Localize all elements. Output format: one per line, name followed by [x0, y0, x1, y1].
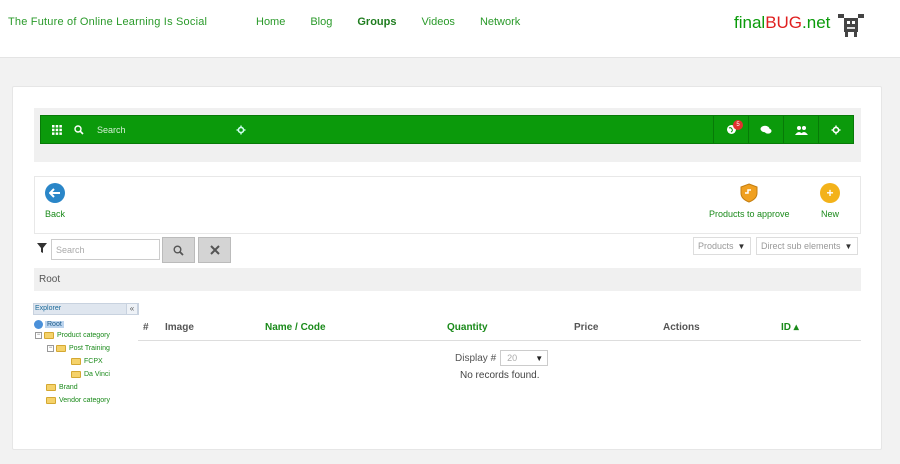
clear-search-button[interactable] [198, 237, 231, 263]
close-icon [209, 245, 220, 255]
col-image: Image [165, 322, 194, 333]
tree-node-vendor-category[interactable]: Vendor category [46, 397, 110, 404]
nav-home[interactable]: Home [256, 16, 285, 28]
tree-label-root: Root [45, 321, 64, 328]
sub-elements-dropdown[interactable]: Direct sub elements ▼ [756, 237, 858, 255]
col-actions: Actions [663, 322, 700, 333]
empty-message: No records found. [460, 370, 540, 381]
messages-button[interactable] [748, 116, 783, 143]
tree-label-vendor-category: Vendor category [59, 397, 110, 404]
folder-icon [71, 358, 81, 365]
folder-icon [46, 384, 56, 391]
collapse-explorer-button[interactable]: « [126, 303, 138, 315]
chat-bubbles-icon [760, 125, 772, 134]
nav-videos[interactable]: Videos [422, 16, 455, 28]
chevron-down-icon: ▼ [737, 241, 746, 251]
globe-icon [34, 320, 43, 329]
plus-icon: + [820, 183, 840, 203]
folder-icon [46, 397, 56, 404]
col-id[interactable]: ID ▴ [781, 322, 799, 333]
display-count-control: Display # 20 ▼ [455, 350, 549, 366]
display-count-value: 20 [507, 353, 518, 363]
chevron-down-icon: ▼ [535, 353, 544, 363]
bug-mascot-icon [838, 14, 864, 37]
col-name-code[interactable]: Name / Code [265, 322, 326, 333]
tree-node-product-category[interactable]: − Product category [35, 332, 110, 339]
filter-icon[interactable] [37, 243, 47, 256]
folder-icon [44, 332, 54, 339]
main-nav: Home Blog Groups Videos Network [256, 16, 545, 28]
tree-node-fcpx[interactable]: FCPX [71, 358, 103, 365]
chevron-down-icon: ▼ [844, 241, 853, 251]
tree-label-brand: Brand [59, 384, 78, 391]
products-to-approve-button[interactable]: Products to approve [709, 183, 790, 219]
notifications-button[interactable]: 5 [713, 116, 748, 143]
grid-menu-icon[interactable] [47, 116, 67, 143]
col-price: Price [574, 322, 599, 333]
folder-icon [71, 371, 81, 378]
breadcrumb[interactable]: Root [34, 268, 861, 291]
display-count-select[interactable]: 20 ▼ [500, 350, 549, 366]
brand-prefix: final [734, 13, 766, 32]
col-quantity[interactable]: Quantity [447, 322, 488, 333]
brand-suffix: .net [802, 13, 831, 32]
nav-network[interactable]: Network [480, 16, 520, 28]
collapse-node-icon[interactable]: − [35, 332, 42, 339]
search-submit-button[interactable] [162, 237, 195, 263]
nav-groups[interactable]: Groups [357, 16, 396, 28]
notification-badge: 5 [733, 120, 743, 130]
display-label: Display # [455, 352, 497, 364]
cog-icon [831, 125, 841, 134]
toolbar-search-input[interactable] [97, 122, 237, 138]
tree-node-root[interactable]: Root [34, 320, 64, 329]
shield-icon [739, 183, 759, 203]
explorer-header: Explorer « [33, 303, 139, 315]
nav-blog[interactable]: Blog [310, 16, 332, 28]
back-label: Back [45, 209, 66, 219]
products-dropdown[interactable]: Products ▼ [693, 237, 751, 255]
tree-label-product-category: Product category [57, 332, 110, 339]
tree-node-da-vinci[interactable]: Da Vinci [71, 371, 110, 378]
back-arrow-icon [45, 183, 65, 203]
tree-label-fcpx: FCPX [84, 358, 103, 365]
brand-logo-text[interactable]: finalBUG.net [734, 13, 830, 33]
brand-bug: BUG [765, 13, 803, 32]
folder-icon [56, 345, 66, 352]
actions-bar: Back Products to approve + New [34, 176, 861, 234]
magnifier-icon [173, 245, 184, 256]
col-number: # [143, 322, 149, 333]
users-icon [794, 125, 808, 135]
new-button[interactable]: + New [820, 183, 840, 219]
search-icon[interactable] [69, 116, 89, 143]
collapse-node-icon[interactable]: − [47, 345, 54, 352]
back-button[interactable]: Back [45, 183, 65, 219]
green-toolbar: 5 [40, 115, 854, 144]
gear-icon[interactable] [231, 116, 251, 143]
tree-label-da-vinci: Da Vinci [84, 371, 110, 378]
tree-node-post-training[interactable]: − Post Training [47, 345, 110, 352]
products-dropdown-label: Products [698, 241, 734, 251]
tree-node-brand[interactable]: Brand [46, 384, 78, 391]
sub-elements-dropdown-label: Direct sub elements [761, 241, 841, 251]
site-header: The Future of Online Learning Is Social … [0, 0, 900, 58]
filter-search-input[interactable] [51, 239, 160, 260]
explorer-panel: Explorer « [33, 303, 139, 315]
friends-button[interactable] [783, 116, 818, 143]
settings-button[interactable] [818, 116, 853, 143]
explorer-title: Explorer [35, 305, 62, 312]
tree-label-post-training: Post Training [69, 345, 110, 352]
site-tagline: The Future of Online Learning Is Social [8, 16, 208, 28]
products-to-approve-label: Products to approve [709, 209, 790, 219]
grid-header: # Image Name / Code Quantity Price Actio… [138, 318, 861, 341]
new-label: New [820, 209, 839, 219]
